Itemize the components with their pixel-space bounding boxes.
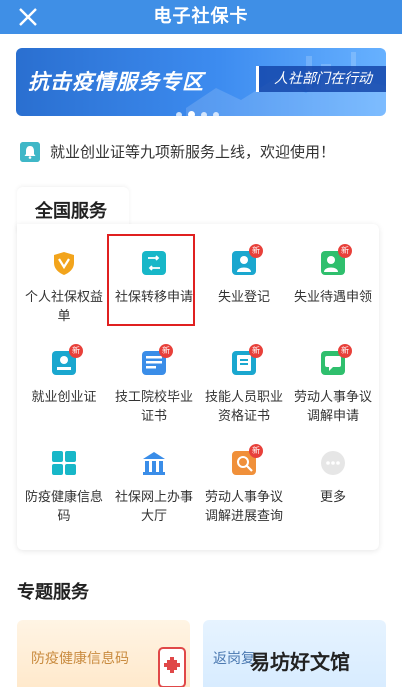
service-label: 技工院校毕业证书 — [114, 390, 193, 424]
transfer-icon — [142, 251, 166, 275]
carousel-dot[interactable] — [176, 112, 182, 118]
topic-card-label: 返岗复 — [213, 651, 255, 667]
carousel-dot[interactable] — [188, 111, 195, 118]
new-badge: 新 — [69, 344, 83, 358]
service-label: 技能人员职业资格证书 — [204, 390, 283, 424]
service-label: 劳动人事争议调解进展查询 — [204, 490, 283, 524]
service-item[interactable]: 新劳动人事争议调解进展查询 — [200, 444, 288, 546]
service-item[interactable]: 新技工院校毕业证书 — [110, 344, 198, 446]
page-title: 电子社保卡 — [153, 6, 249, 27]
new-badge: 新 — [338, 344, 352, 358]
service-label: 失业登记 — [217, 290, 270, 305]
topic-services-title: 专题服务 — [17, 582, 89, 603]
phone-health-icon — [158, 647, 186, 687]
carousel-dot[interactable] — [213, 112, 219, 118]
national-services-grid: 个人社保权益单 社保转移申请新失业登记新失业待遇申领新就业创业证新技工院校毕业证书… — [17, 224, 379, 550]
new-badge: 新 — [159, 344, 173, 358]
service-item[interactable]: 新技能人员职业资格证书 — [200, 344, 288, 446]
service-hall-icon — [143, 452, 165, 475]
topic-card-label: 防疫健康信息码 — [31, 651, 129, 667]
service-label: 社保网上办事大厅 — [114, 490, 193, 524]
service-label: 个人社保权益单 — [24, 290, 103, 324]
banner-title: 抗击疫情服务专区 — [28, 70, 204, 94]
service-item[interactable]: 社保转移申请 — [110, 250, 198, 346]
banner-subtitle: 人社部门在行动 — [256, 66, 386, 92]
more-icon — [321, 451, 345, 475]
announcement-bar[interactable]: 就业创业证等九项新服务上线，欢迎使用！ — [20, 140, 390, 164]
qr-grid-icon — [52, 451, 76, 475]
service-label: 劳动人事争议调解申请 — [293, 390, 372, 424]
service-label: 更多 — [319, 490, 346, 505]
service-label: 失业待遇申领 — [293, 290, 372, 305]
watermark-text: 易坊好文馆 — [250, 650, 350, 674]
service-item[interactable]: 防疫健康信息码 — [20, 450, 108, 546]
service-label: 社保转移申请 — [114, 290, 193, 305]
carousel-dots[interactable] — [176, 103, 225, 118]
service-item[interactable]: 新就业创业证 — [20, 344, 108, 446]
new-badge: 新 — [249, 244, 263, 258]
new-badge: 新 — [249, 344, 263, 358]
service-item[interactable]: 新失业登记 — [200, 244, 288, 346]
service-item[interactable]: 个人社保权益单 — [20, 250, 108, 346]
national-services-title: 全国服务 — [35, 201, 107, 222]
shield-v-icon — [54, 252, 74, 275]
service-label: 防疫健康信息码 — [24, 490, 103, 524]
service-item[interactable]: 新失业待遇申领 — [289, 244, 377, 346]
service-item[interactable]: 社保网上办事大厅 — [110, 450, 198, 546]
service-label: 就业创业证 — [31, 390, 97, 405]
service-item[interactable]: 新劳动人事争议调解申请 — [289, 344, 377, 446]
announcement-text: 就业创业证等九项新服务上线，欢迎使用！ — [50, 143, 336, 161]
service-item[interactable]: 更多 — [289, 450, 377, 546]
app-header: 电子社保卡 — [0, 0, 402, 34]
topic-card-health-code[interactable]: 防疫健康信息码 — [17, 620, 190, 687]
bell-icon — [20, 142, 40, 162]
new-badge: 新 — [338, 244, 352, 258]
new-badge: 新 — [249, 444, 263, 458]
carousel-dot[interactable] — [201, 112, 207, 118]
